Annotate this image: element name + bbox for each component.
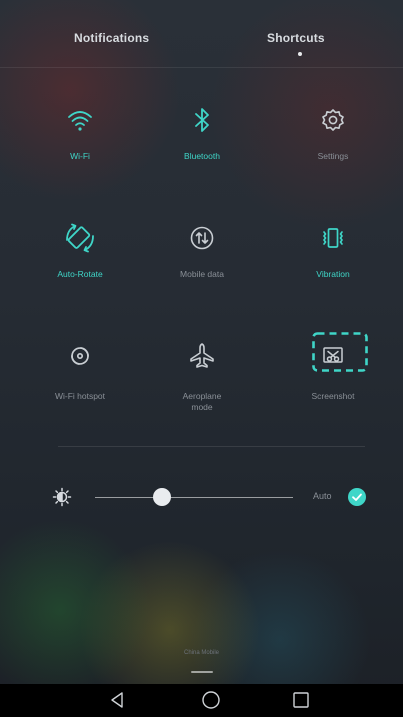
tile-label-screenshot: Screenshot [311, 391, 355, 401]
tab-notifications[interactable]: Notifications [74, 31, 149, 45]
navigation-bar [0, 684, 403, 717]
tile-label-vibration: Vibration [316, 269, 350, 279]
hotspot-icon [71, 347, 89, 365]
tab-shortcuts[interactable]: Shortcuts [267, 31, 325, 45]
section-divider [58, 446, 365, 447]
back-button[interactable] [98, 684, 138, 717]
tile-label-bluetooth: Bluetooth [184, 151, 220, 161]
wifi-icon [68, 111, 92, 131]
gear-icon [322, 109, 344, 131]
auto-brightness-checkbox[interactable] [348, 488, 366, 506]
home-button[interactable] [191, 684, 231, 717]
bluetooth-icon [195, 108, 209, 132]
screenshot-highlight-box [312, 332, 368, 372]
brightness-slider[interactable] [95, 497, 293, 498]
tile-label-mobile-data: Mobile data [180, 269, 224, 279]
tile-label-wifi: Wi-Fi [70, 151, 90, 161]
tile-label-auto-rotate: Auto-Rotate [57, 269, 103, 279]
shortcuts-panel: Notifications Shortcuts Wi-Fi Bluetooth … [0, 0, 403, 717]
panel-drag-handle[interactable] [191, 671, 213, 673]
active-tab-indicator [298, 52, 302, 56]
panel-tabs: Notifications Shortcuts [0, 0, 403, 68]
vibration-icon [323, 228, 343, 248]
carrier-label: China Mobile [183, 650, 220, 656]
brightness-slider-thumb[interactable] [153, 488, 172, 506]
airplane-icon [190, 343, 214, 368]
tile-label-wifi-hotspot: Wi-Fi hotspot [54, 391, 106, 401]
back-icon [111, 692, 123, 708]
tabs-divider [0, 67, 403, 68]
auto-rotate-icon [66, 223, 94, 253]
mobile-data-icon [190, 226, 214, 250]
tile-label-settings: Settings [317, 151, 349, 161]
recent-apps-button[interactable] [281, 684, 321, 717]
auto-brightness-label: Auto [313, 491, 332, 501]
brightness-icon [52, 487, 72, 507]
tile-label-aeroplane-mode: Aeroplane mode [182, 391, 222, 412]
recent-apps-icon [293, 692, 309, 708]
home-icon [202, 691, 220, 709]
